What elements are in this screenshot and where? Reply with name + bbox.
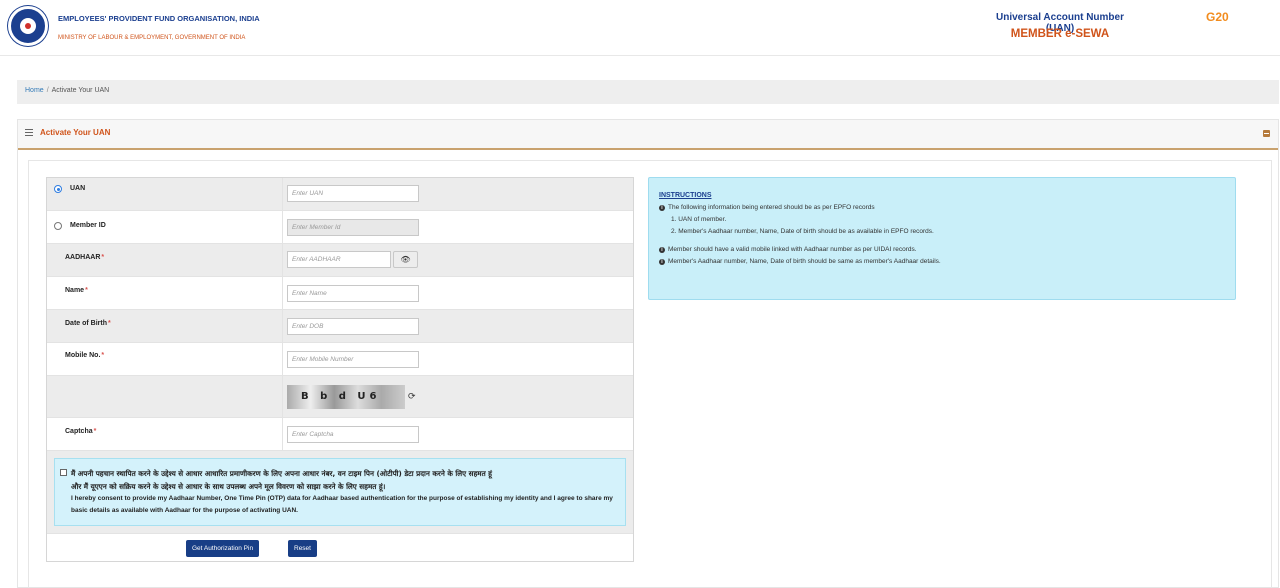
consent-box: मैं अपनी पहचान स्थापित करने के उद्देश्य … (54, 458, 626, 526)
get-authorization-pin-button[interactable]: Get Authorization Pin (186, 540, 260, 557)
aadhaar-input[interactable] (287, 251, 391, 268)
dob-label: Date of Birth (65, 320, 107, 327)
name-label: Name (65, 287, 85, 294)
info-icon: i (659, 259, 665, 265)
panel-title: Activate Your UAN (40, 128, 111, 137)
member-id-radio[interactable] (54, 222, 62, 230)
required-star: * (93, 428, 97, 435)
aadhaar-row: AADHAAR* 👁 (47, 244, 633, 277)
consent-english: I hereby consent to provide my Aadhaar N… (71, 495, 613, 514)
member-id-label-cell: Member ID (47, 211, 283, 243)
captcha-label: Captcha (65, 428, 93, 435)
breadcrumb-home[interactable]: Home (25, 87, 44, 94)
captcha-label-cell: Captcha* (47, 418, 283, 450)
info-icon: i (659, 205, 665, 211)
uan-input[interactable] (287, 185, 419, 202)
menu-icon (25, 129, 33, 136)
uan-label: UAN (70, 185, 86, 192)
info-icon: i (659, 247, 665, 253)
dob-input[interactable] (287, 318, 419, 335)
name-row: Name* (47, 277, 633, 310)
uan-row: UAN (47, 178, 633, 211)
uan-label-cell: UAN (47, 178, 283, 210)
mobile-label: Mobile No. (65, 352, 101, 359)
instructions-title: INSTRUCTIONS (659, 192, 712, 199)
ministry-name: MINISTRY OF LABOUR & EMPLOYMENT, GOVERNM… (58, 35, 246, 41)
member-id-label: Member ID (70, 222, 106, 229)
name-label-cell: Name* (47, 277, 283, 309)
captcha-input[interactable] (287, 426, 419, 443)
aadhaar-label: AADHAAR (65, 254, 101, 261)
consent-row: मैं अपनी पहचान स्थापित करने के उद्देश्य … (47, 451, 633, 533)
g20-text: G20 (1206, 10, 1229, 24)
portal-title: MEMBER e-SEWA (1010, 28, 1110, 40)
instruction-sub-item: 2. Member's Aadhaar number, Name, Date o… (671, 228, 934, 235)
refresh-captcha-icon[interactable]: ⟳ (408, 392, 417, 401)
instruction-line: Member should have a valid mobile linked… (668, 246, 917, 253)
breadcrumb-separator: / (46, 87, 49, 94)
mobile-row: Mobile No.* (47, 343, 633, 376)
panel-body: UAN Member ID AADHAAR* (28, 160, 1272, 588)
activation-form: UAN Member ID AADHAAR* (46, 177, 634, 562)
activate-uan-panel: Activate Your UAN UAN Member ID (17, 119, 1279, 588)
panel-header: Activate Your UAN (18, 120, 1278, 150)
required-star: * (85, 287, 88, 294)
instruction-line: The following information being entered … (668, 204, 875, 211)
eye-icon: 👁 (400, 255, 411, 264)
uan-radio[interactable] (54, 185, 62, 193)
mobile-input[interactable] (287, 351, 419, 368)
collapse-icon[interactable] (1263, 130, 1270, 137)
instruction-line: Member's Aadhaar number, Name, Date of b… (668, 258, 941, 265)
member-id-row: Member ID (47, 211, 633, 244)
instructions-box: INSTRUCTIONS i The following information … (648, 177, 1236, 300)
member-id-input[interactable] (287, 219, 419, 236)
g20-logo: G20 (1206, 10, 1246, 46)
site-header: EMPLOYEES' PROVIDENT FUND ORGANISATION, … (0, 0, 1280, 56)
reset-button[interactable]: Reset (288, 540, 317, 557)
captcha-image: B b d U6 (287, 385, 405, 409)
instruction-sub-item: 1. UAN of member. (671, 216, 727, 223)
required-star: * (101, 254, 105, 261)
epfo-logo[interactable] (8, 6, 48, 46)
required-star: * (108, 320, 111, 327)
dob-label-cell: Date of Birth* (47, 310, 283, 342)
consent-hindi-line-1: मैं अपनी पहचान स्थापित करने के उद्देश्य … (71, 469, 492, 478)
org-name: EMPLOYEES' PROVIDENT FUND ORGANISATION, … (58, 14, 260, 23)
breadcrumb-current: Activate Your UAN (51, 87, 110, 94)
aadhaar-label-cell: AADHAAR* (47, 244, 283, 276)
dob-row: Date of Birth* (47, 310, 633, 343)
show-aadhaar-button[interactable]: 👁 (393, 251, 418, 268)
button-row: Get Authorization Pin Reset (47, 533, 633, 561)
name-input[interactable] (287, 285, 419, 302)
breadcrumb: Home / Activate Your UAN (17, 80, 1279, 104)
required-star: * (101, 352, 105, 359)
consent-checkbox[interactable] (60, 469, 67, 476)
captcha-row: Captcha* (47, 418, 633, 451)
captcha-image-row: B b d U6 ⟳ (47, 376, 633, 418)
consent-hindi-line-2: और मैं यूएएन को सक्रिय करने के उद्देश्य … (71, 482, 386, 491)
mobile-label-cell: Mobile No.* (47, 343, 283, 375)
